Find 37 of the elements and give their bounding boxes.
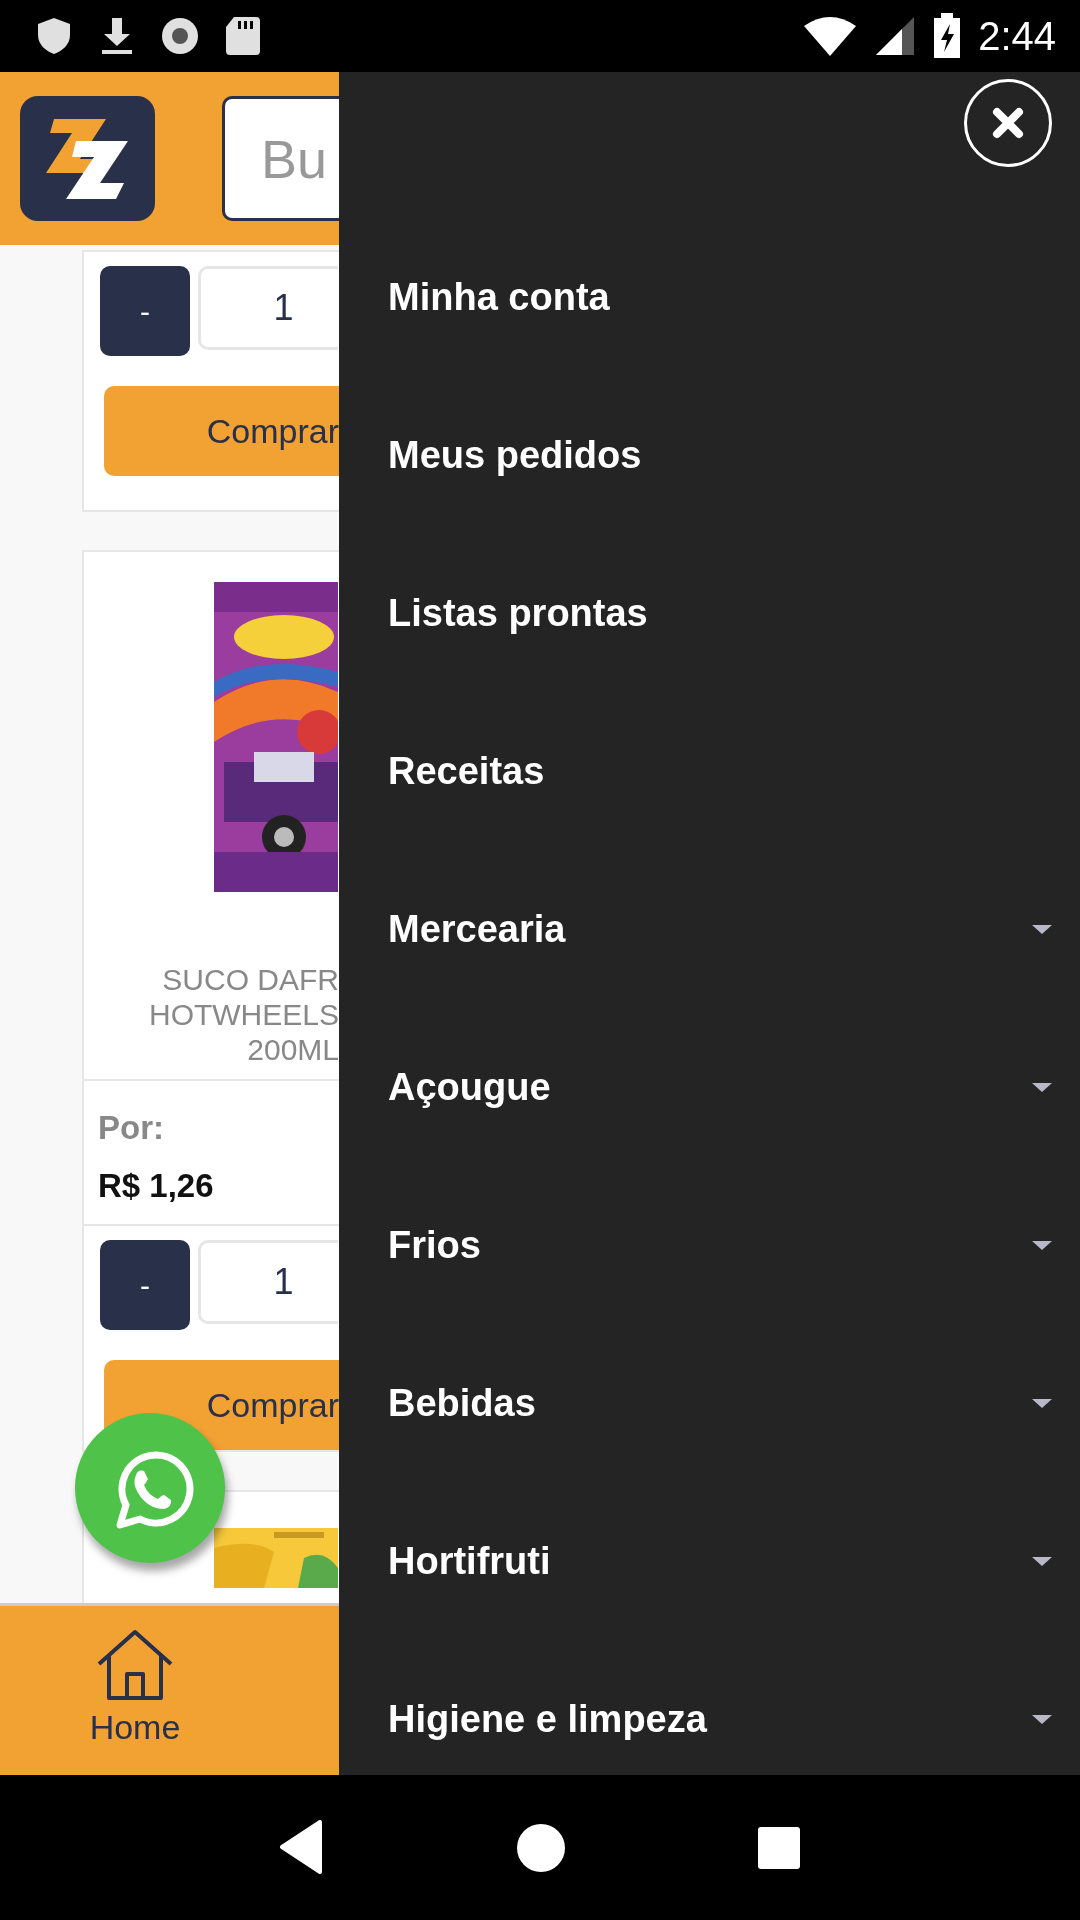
sd-card-icon — [224, 15, 262, 57]
search-field[interactable]: Bu — [222, 96, 339, 221]
close-button[interactable] — [964, 79, 1052, 167]
price-label: Por: — [98, 1108, 165, 1148]
status-time: 2:44 — [978, 13, 1056, 60]
quantity-field[interactable]: 1 — [198, 266, 338, 350]
caret-icon — [1032, 1082, 1052, 1092]
home-icon[interactable] — [516, 1822, 566, 1873]
quantity-field[interactable]: 1 — [198, 1240, 338, 1324]
menu-item[interactable]: Meus pedidos — [339, 376, 1080, 534]
home-icon — [95, 1628, 175, 1702]
menu-item[interactable]: Higiene e limpeza — [339, 1640, 1080, 1775]
minus-button[interactable]: - — [100, 1240, 190, 1330]
minus-button[interactable]: - — [100, 266, 190, 356]
caret-icon — [1032, 1556, 1052, 1566]
menu-item[interactable]: Receitas — [339, 692, 1080, 850]
buy-button[interactable]: Comprar — [104, 386, 339, 476]
product-name: HOTWHEELS — [147, 997, 339, 1032]
caret-icon — [1032, 924, 1052, 934]
wifi-icon — [802, 14, 859, 58]
menu-item[interactable]: Frios — [339, 1166, 1080, 1324]
menu-item[interactable]: Açougue — [339, 1008, 1080, 1166]
recents-icon[interactable] — [756, 1824, 802, 1871]
menu-item[interactable]: Minha conta — [339, 218, 1080, 376]
product-name: SUCO DAFR — [161, 962, 339, 997]
price: R$ 1,26 — [98, 1165, 215, 1206]
menu-item[interactable]: Listas prontas — [339, 534, 1080, 692]
caret-icon — [1032, 1240, 1052, 1250]
record-icon — [160, 16, 200, 56]
battery-icon — [932, 12, 963, 60]
menu-item[interactable]: Bebidas — [339, 1324, 1080, 1482]
menu-item[interactable]: Hortifruti — [339, 1482, 1080, 1640]
signal-icon — [874, 15, 917, 57]
caret-icon — [1032, 1714, 1052, 1724]
caret-icon — [1032, 1398, 1052, 1408]
menu-item[interactable]: Mercearia — [339, 850, 1080, 1008]
product-name: 200ML — [246, 1032, 339, 1067]
